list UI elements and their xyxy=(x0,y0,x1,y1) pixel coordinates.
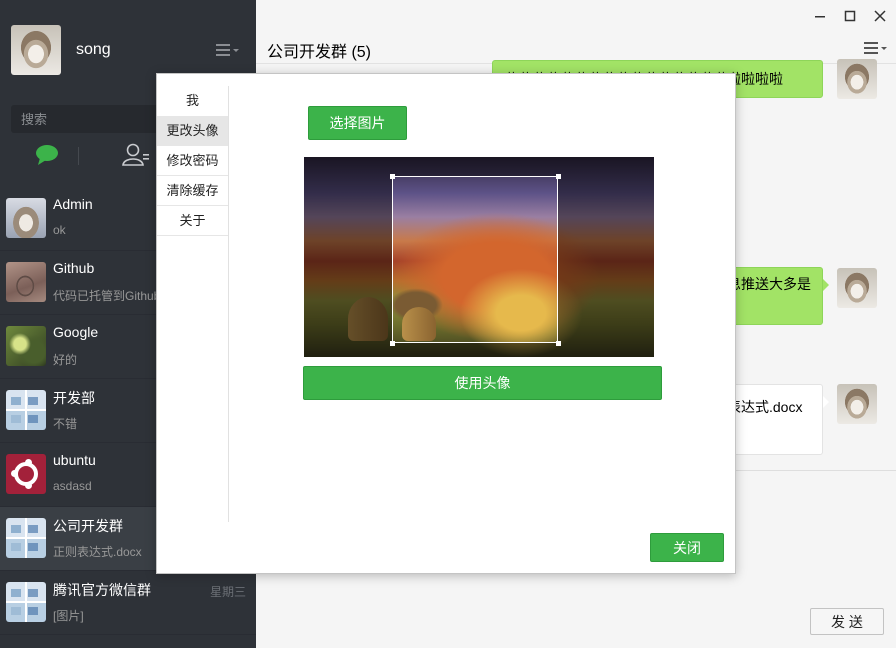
chat-item-title: Github xyxy=(53,260,95,276)
crop-handle-bottom-right[interactable] xyxy=(556,341,561,346)
user-avatar[interactable] xyxy=(11,25,61,75)
nav-header-me: 我 xyxy=(185,93,199,108)
message-avatar[interactable] xyxy=(837,384,877,424)
user-name: song xyxy=(76,41,111,58)
close-dialog-button[interactable]: 关闭 xyxy=(650,533,724,562)
chat-item-tencent-group[interactable]: 腾讯官方微信群 [图片] 星期三 xyxy=(0,571,256,635)
message-text: 息推送大多是 xyxy=(727,276,811,292)
nav-item-clear-cache[interactable]: 清除缓存 xyxy=(157,176,228,206)
file-name: 表达式.docx xyxy=(727,399,803,415)
settings-dialog: 我 更改头像 修改密码 清除缓存 关于 选择图片 使用头像 关闭 xyxy=(156,73,736,574)
nav-item-change-password[interactable]: 修改密码 xyxy=(157,146,228,176)
chat-item-title: 开发部 xyxy=(53,390,95,406)
maximize-icon[interactable] xyxy=(840,8,860,26)
crop-mask xyxy=(304,157,654,176)
file-size: B xyxy=(727,423,812,443)
ubuntu-avatar xyxy=(6,454,46,494)
contacts-icon[interactable] xyxy=(121,142,151,168)
google-avatar xyxy=(6,326,46,366)
close-icon[interactable] xyxy=(870,8,890,26)
chat-item-time: 星期三 xyxy=(209,585,246,599)
chat-item-title: 公司开发群 xyxy=(53,518,123,534)
chat-item-preview: [图片] xyxy=(53,609,84,623)
admin-avatar xyxy=(6,198,46,238)
chat-header: 公司开发群 (5) xyxy=(256,30,896,64)
chat-bubble-icon[interactable] xyxy=(34,143,62,167)
chat-menu-icon[interactable] xyxy=(862,38,888,58)
nav-item-about[interactable]: 关于 xyxy=(157,206,228,236)
minimize-icon[interactable] xyxy=(810,8,830,26)
tab-divider xyxy=(78,147,79,165)
chat-item-title: ubuntu xyxy=(53,452,96,468)
message-avatar[interactable] xyxy=(837,268,877,308)
crop-handle-bottom-left[interactable] xyxy=(390,341,395,346)
crop-mask xyxy=(304,343,654,357)
select-image-button[interactable]: 选择图片 xyxy=(308,106,407,140)
nav-item-change-avatar[interactable]: 更改头像 xyxy=(157,116,228,146)
crop-handle-top-left[interactable] xyxy=(390,174,395,179)
chat-title: 公司开发群 (5) xyxy=(267,44,372,61)
github-avatar xyxy=(6,262,46,302)
crop-selection-box[interactable] xyxy=(392,176,558,343)
group-collage-avatar xyxy=(6,582,46,622)
crop-handle-top-right[interactable] xyxy=(556,174,561,179)
message-avatar[interactable] xyxy=(837,59,877,99)
send-button[interactable]: 发 送 xyxy=(810,608,884,635)
chat-item-title: Admin xyxy=(53,196,93,212)
image-cropper[interactable] xyxy=(304,157,654,357)
crop-mask xyxy=(558,176,654,343)
chat-item-title: Google xyxy=(53,324,99,340)
ubuntu-logo-icon xyxy=(11,462,38,486)
group-collage-avatar xyxy=(6,518,46,558)
hamburger-menu-icon[interactable] xyxy=(214,40,240,60)
use-avatar-button[interactable]: 使用头像 xyxy=(303,366,662,400)
settings-nav: 我 更改头像 修改密码 清除缓存 关于 xyxy=(157,86,229,522)
chat-item-title: 腾讯官方微信群 xyxy=(53,582,151,598)
crop-mask xyxy=(304,176,392,343)
group-collage-avatar xyxy=(6,390,46,430)
